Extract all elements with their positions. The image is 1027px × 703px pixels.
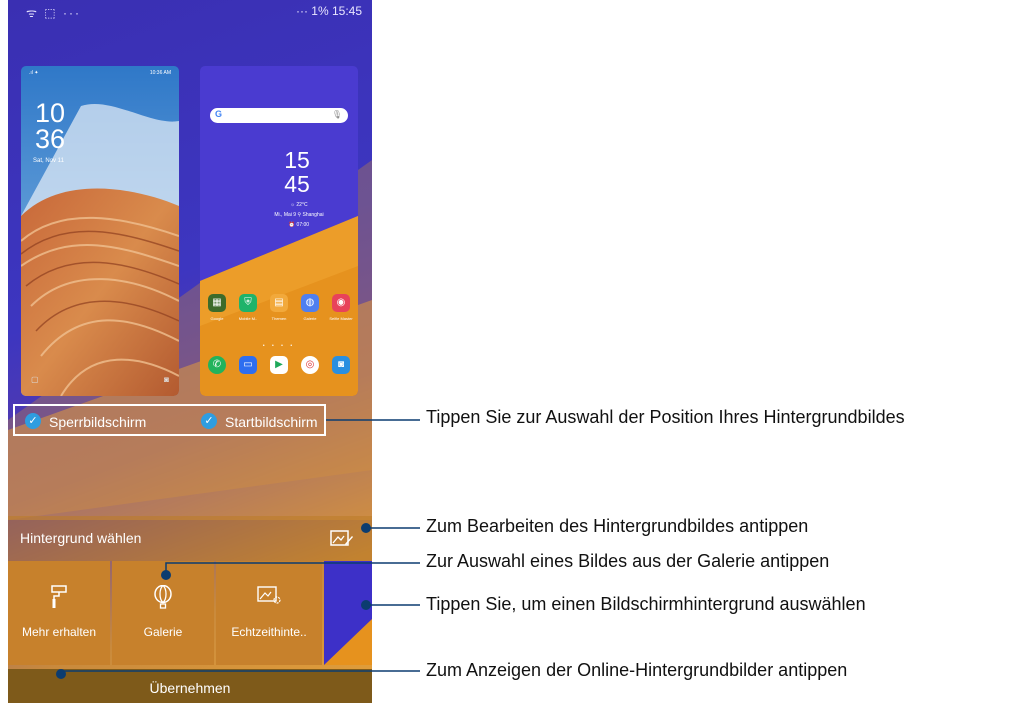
callout-select: Tippen Sie, um einen Bildschirmhintergru… [426, 594, 866, 614]
callout-gallery: Zur Auswahl eines Bildes aus der Galerie… [426, 551, 830, 571]
callout-position: Tippen Sie zur Auswahl der Position Ihre… [426, 407, 905, 427]
callout-online: Zum Anzeigen der Online-Hintergrundbilde… [426, 660, 848, 680]
callout-edit: Zum Bearbeiten des Hintergrundbildes ant… [426, 516, 809, 536]
